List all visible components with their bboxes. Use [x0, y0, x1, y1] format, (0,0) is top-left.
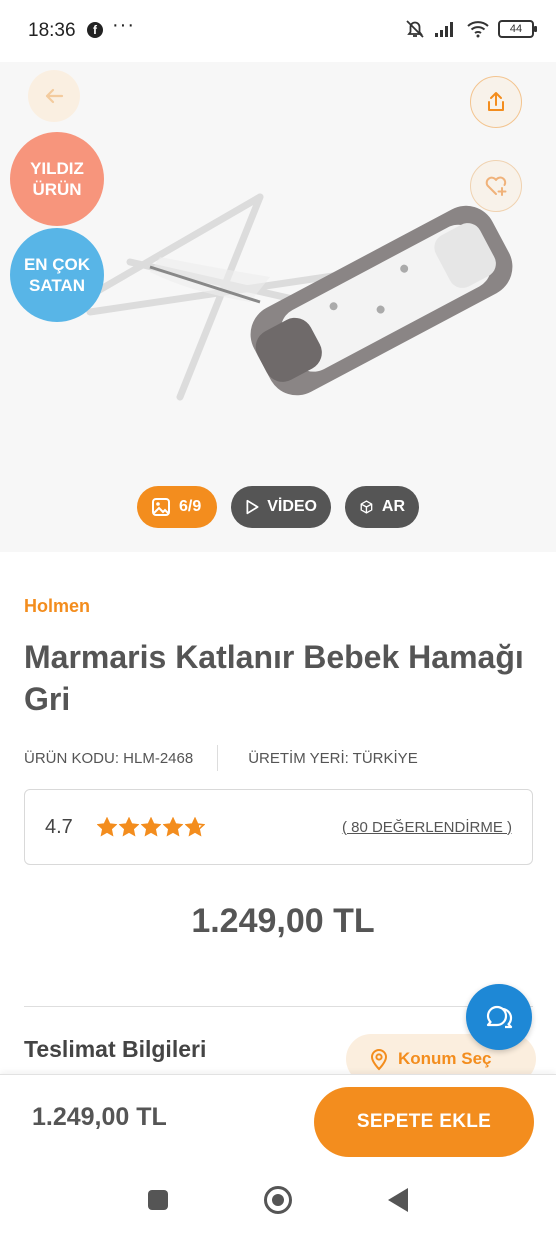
- product-price: 1.249,00 TL: [191, 902, 375, 940]
- star-icon: [184, 817, 205, 837]
- media-buttons: 6/9 VİDEO AR: [0, 486, 556, 528]
- star-icon: [162, 817, 183, 837]
- star-icon: [96, 817, 117, 837]
- status-time: 18:36: [28, 20, 76, 41]
- chat-icon: [486, 1005, 513, 1029]
- arrow-left-icon: [45, 88, 64, 104]
- image-icon: [152, 498, 170, 516]
- rating-stars: [96, 817, 205, 837]
- delivery-title: Teslimat Bilgileri: [24, 1036, 207, 1062]
- add-favorite-button[interactable]: [470, 160, 522, 212]
- bottom-cart-bar: 1.249,00 TL SEPETE EKLE: [0, 1074, 556, 1168]
- play-icon: [246, 499, 259, 515]
- brand-link[interactable]: Holmen: [24, 596, 90, 617]
- video-label: VİDEO: [267, 498, 317, 515]
- product-title: Marmaris Katlanır Bebek Hamağı Gri: [24, 639, 524, 717]
- home-button[interactable]: [264, 1186, 292, 1214]
- product-meta: ÜRÜN KODU: HLM-2468 ÜRETİM YERİ: TÜRKİYE: [24, 745, 418, 771]
- section-divider: [24, 1006, 533, 1007]
- add-to-cart-button[interactable]: SEPETE EKLE: [314, 1087, 534, 1157]
- back-button[interactable]: [28, 70, 80, 122]
- heart-plus-icon: [485, 176, 507, 196]
- star-icon: [118, 817, 139, 837]
- battery-icon: 44: [498, 20, 537, 38]
- image-counter: 6/9: [179, 498, 202, 515]
- product-code: ÜRÜN KODU: HLM-2468: [24, 749, 194, 767]
- facebook-icon: f: [87, 22, 103, 38]
- star-product-badge: YILDIZ ÜRÜN: [10, 132, 104, 226]
- star-icon: [140, 817, 161, 837]
- share-button[interactable]: [470, 76, 522, 128]
- system-back-button[interactable]: [388, 1188, 408, 1212]
- chat-support-button[interactable]: [466, 984, 532, 1050]
- muted-bell-icon: [406, 20, 424, 38]
- video-button[interactable]: VİDEO: [231, 486, 331, 528]
- product-image-gallery[interactable]: YILDIZ ÜRÜN EN ÇOK SATAN 6/9 VİDEO AR: [0, 62, 556, 552]
- image-counter-button[interactable]: 6/9: [137, 486, 217, 528]
- location-pin-icon: [370, 1049, 388, 1071]
- reviews-link[interactable]: ( 80 DEĞERLENDİRME ): [342, 819, 512, 836]
- product-origin: ÜRETİM YERİ: TÜRKİYE: [248, 749, 418, 767]
- location-label: Konum Seç: [398, 1049, 492, 1068]
- ar-label: AR: [381, 498, 405, 515]
- product-image: [66, 193, 513, 401]
- system-navigation-bar: [0, 1168, 556, 1235]
- status-icons: 44: [404, 18, 537, 40]
- more-notifications-icon: ···: [112, 14, 135, 36]
- signal-icon: [435, 22, 453, 37]
- meta-divider: [217, 745, 219, 771]
- wifi-icon: [467, 21, 489, 38]
- ar-button[interactable]: AR: [345, 486, 419, 528]
- best-seller-badge: EN ÇOK SATAN: [10, 228, 104, 322]
- bottom-price: 1.249,00 TL: [32, 1103, 167, 1131]
- rating-value: 4.7: [45, 815, 73, 838]
- share-icon: [488, 92, 504, 111]
- rating-box: 4.7 ( 80 DEĞERLENDİRME ): [24, 789, 533, 865]
- cube-icon: [360, 500, 373, 514]
- status-bar: 18:36 f ··· 44: [0, 0, 556, 62]
- recents-button[interactable]: [148, 1190, 168, 1210]
